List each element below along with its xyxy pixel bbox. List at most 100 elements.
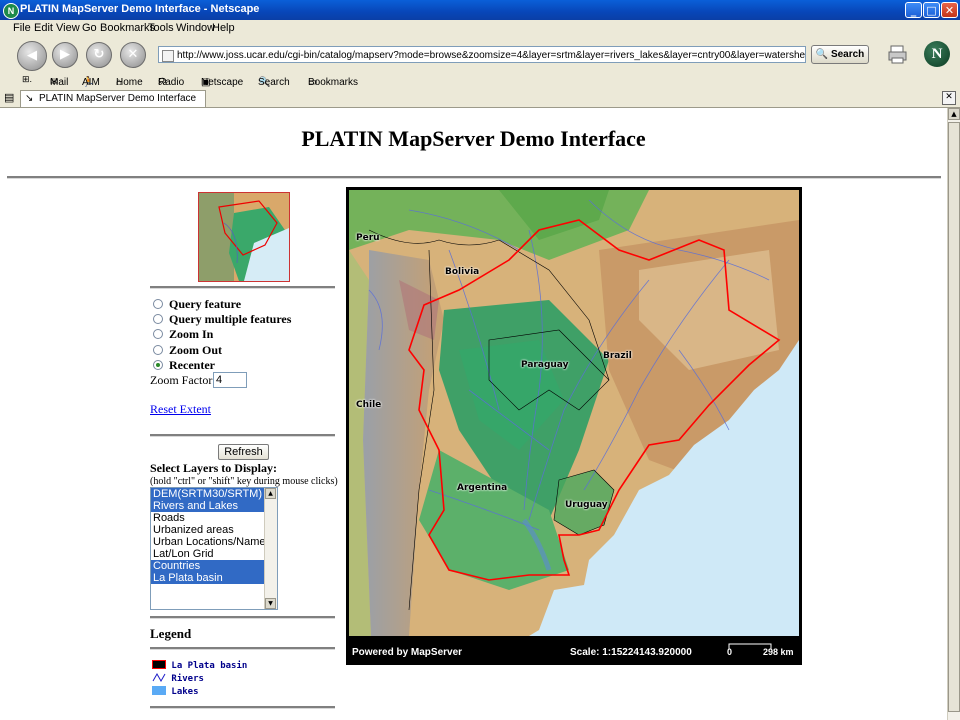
powered-by-text: Powered by MapServer (352, 647, 463, 658)
basin-outline-icon (152, 660, 166, 669)
menu-help[interactable]: Help (212, 22, 235, 34)
layer-option[interactable]: DEM(SRTM30/SRTM) (151, 488, 267, 500)
tab-strip: ▤ ↘ PLATIN MapServer Demo Interface ✕ (0, 89, 960, 108)
divider-4 (150, 647, 335, 650)
close-tab-icon[interactable]: ✕ (942, 91, 956, 105)
window-title: PLATIN MapServer Demo Interface - Netsca… (20, 3, 260, 15)
divider-1 (150, 286, 335, 289)
scroll-down-icon[interactable]: ▼ (265, 598, 276, 609)
page-title: PLATIN MapServer Demo Interface (301, 126, 646, 151)
back-icon[interactable]: ◀ (17, 41, 47, 71)
layer-option[interactable]: Roads (151, 512, 267, 524)
mode-zoom-in-label: Zoom In (169, 327, 214, 341)
menu-view[interactable]: View (56, 22, 80, 34)
page-scroll-thumb[interactable] (948, 122, 960, 712)
scroll-up-icon[interactable]: ▲ (265, 488, 276, 499)
layer-option[interactable]: Urbanized areas (151, 524, 267, 536)
stop-icon[interactable]: ✕ (120, 42, 146, 68)
netscape-label: Netscape (201, 77, 244, 88)
menu-window[interactable]: Window (176, 22, 215, 34)
map-label-uruguay: Uruguay (565, 500, 608, 510)
layers-scrollbar[interactable]: ▲ ▼ (264, 488, 277, 609)
reload-icon[interactable]: ↻ (86, 42, 112, 68)
radio-label: Radio (158, 77, 185, 88)
map-scale-text: Scale: 1:15224143.920000 (570, 647, 692, 658)
search-link-label: Search (258, 77, 290, 88)
map-label-brazil: Brazil (603, 351, 632, 361)
mode-query-feature-label: Query feature (169, 297, 242, 311)
layers-listbox[interactable]: DEM(SRTM30/SRTM) Rivers and Lakes Roads … (150, 487, 278, 610)
layers-hint: (hold "ctrl" or "shift" key during mouse… (150, 476, 338, 487)
title-divider (7, 176, 941, 179)
url-field[interactable]: http://www.joss.ucar.edu/cgi-bin/catalog… (158, 46, 806, 63)
mode-zoom-out-label: Zoom Out (169, 343, 223, 357)
menu-go[interactable]: Go (82, 22, 97, 34)
river-line-icon (152, 672, 166, 683)
map-image[interactable] (349, 190, 799, 636)
legend-label: Lakes (171, 687, 199, 697)
legend-label: Rivers (171, 674, 204, 684)
radio-recenter[interactable] (153, 360, 163, 371)
page-scroll-up-icon[interactable]: ▲ (948, 108, 960, 120)
map-label-paraguay: Paraguay (521, 360, 569, 370)
radio-zoom-out[interactable] (153, 345, 163, 356)
menu-file[interactable]: File (13, 22, 31, 34)
search-icon: 🔍 (815, 49, 829, 60)
legend-item-rivers: Rivers (152, 672, 204, 684)
mode-query-multiple[interactable]: Query multiple features (153, 312, 291, 327)
page-scrollbar[interactable]: ▲ (947, 108, 960, 720)
tab-title: PLATIN MapServer Demo Interface (39, 93, 197, 104)
radio-zoom-in[interactable] (153, 329, 163, 340)
mode-query-multiple-label: Query multiple features (169, 312, 292, 326)
tab-platin[interactable]: ↘ PLATIN MapServer Demo Interface (20, 90, 206, 107)
map-label-bolivia: Bolivia (445, 267, 480, 277)
main-map[interactable]: Peru Bolivia Brazil Paraguay Chile Argen… (346, 187, 802, 665)
menu-edit[interactable]: Edit (34, 22, 53, 34)
mail-label: Mail (50, 77, 69, 88)
mode-zoom-out[interactable]: Zoom Out (153, 343, 222, 358)
toolbar-grip-icon[interactable]: ⊞. (22, 74, 32, 85)
layer-option[interactable]: Urban Locations/Names (151, 536, 271, 548)
mode-recenter[interactable]: Recenter (153, 358, 215, 373)
divider-3 (150, 616, 335, 619)
bookmarks-label: Bookmarks (308, 77, 359, 88)
netscape-logo[interactable]: N (924, 41, 950, 67)
layer-option[interactable]: Rivers and Lakes (151, 500, 267, 512)
close-button[interactable]: ✕ (941, 2, 958, 18)
url-text: http://www.joss.ucar.edu/cgi-bin/catalog… (177, 50, 806, 61)
menu-tools[interactable]: Tools (148, 22, 174, 34)
mode-query-feature[interactable]: Query feature (153, 297, 241, 312)
layer-option[interactable]: La Plata basin (151, 572, 267, 584)
page-icon (162, 50, 174, 62)
print-icon[interactable] (887, 43, 909, 65)
minimize-button[interactable]: _ (905, 2, 922, 18)
reset-extent-link[interactable]: Reset Extent (150, 402, 211, 417)
radio-query-feature[interactable] (153, 299, 163, 310)
map-label-peru: Peru (356, 233, 380, 243)
reference-map[interactable] (198, 192, 290, 282)
radio-query-multiple[interactable] (153, 314, 163, 325)
netscape-app-icon[interactable]: N (3, 3, 19, 19)
maximize-button[interactable]: □ (923, 2, 940, 18)
layers-heading: Select Layers to Display: (150, 461, 277, 475)
new-tab-icon[interactable]: ▤ (4, 91, 14, 104)
forward-icon[interactable]: ▶ (52, 42, 78, 68)
menu-bar: File Edit View Go Bookmarks Tools Window… (0, 20, 960, 37)
tab-page-icon: ↘ (25, 93, 34, 104)
map-footer: Powered by MapServer Scale: 1:15224143.9… (346, 637, 802, 665)
navigation-toolbar: ◀ ▶ ↻ ✕ http://www.joss.ucar.edu/cgi-bin… (0, 37, 960, 72)
zoom-factor-input[interactable] (213, 372, 247, 388)
layer-option[interactable]: Lat/Lon Grid (151, 548, 267, 560)
legend-item-lakes: Lakes (152, 686, 199, 697)
divider-2 (150, 434, 335, 437)
menu-bookmarks[interactable]: Bookmarks (100, 22, 155, 34)
map-label-chile: Chile (356, 400, 382, 410)
layer-option[interactable]: Countries (151, 560, 267, 572)
search-button[interactable]: 🔍 Search (811, 45, 869, 64)
refresh-button[interactable]: Refresh (218, 444, 269, 460)
mode-zoom-in[interactable]: Zoom In (153, 327, 213, 342)
search-button-label: Search (830, 49, 865, 60)
scale-bar-zero: 0 (727, 647, 733, 657)
legend-label: La Plata basin (171, 661, 248, 671)
scale-bar-max: 298 km (763, 647, 794, 657)
